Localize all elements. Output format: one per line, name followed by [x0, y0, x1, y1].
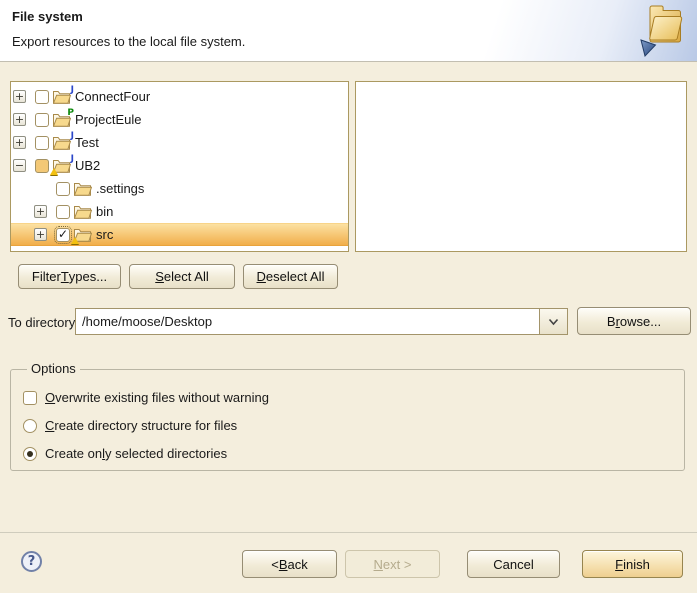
- tree-item-label: Test: [75, 135, 99, 150]
- tree-item-label: ProjectEule: [75, 112, 141, 127]
- checkbox-partial[interactable]: [35, 159, 49, 173]
- page-subtitle: Export resources to the local file syste…: [12, 34, 245, 49]
- java-project-open-folder-icon: J: [53, 90, 71, 104]
- next-button[interactable]: Next >: [345, 550, 440, 578]
- project-decorator: P: [67, 108, 74, 118]
- create-structure-option[interactable]: Create directory structure for files: [23, 418, 684, 433]
- select-all-button[interactable]: Select All: [129, 264, 235, 289]
- tree-item-label: UB2: [75, 158, 100, 173]
- combo-dropdown-button[interactable]: [539, 309, 567, 334]
- expand-plus-icon[interactable]: +: [13, 113, 26, 126]
- tree-item[interactable]: + P ProjectEule: [11, 108, 348, 131]
- checkbox-checked[interactable]: [56, 228, 70, 242]
- footer-divider: [0, 532, 697, 533]
- java-decorator: J: [71, 131, 74, 141]
- tree-item[interactable]: + J Test: [11, 131, 348, 154]
- checkbox[interactable]: [56, 182, 70, 196]
- chevron-down-icon: [548, 318, 559, 326]
- expand-plus-icon[interactable]: +: [34, 228, 47, 241]
- options-group-title: Options: [27, 361, 80, 376]
- create-selected-radio-selected[interactable]: [23, 447, 37, 461]
- tree-toolbar: Filter Types... Select All Deselect All: [18, 264, 338, 289]
- overwrite-label: Overwrite existing files without warning: [45, 390, 269, 405]
- checkbox[interactable]: [56, 205, 70, 219]
- expand-plus-icon[interactable]: +: [34, 205, 47, 218]
- tree-item[interactable]: + bin: [11, 200, 348, 223]
- to-directory-label: To directory:: [8, 315, 79, 330]
- create-selected-label: Create only selected directories: [45, 446, 227, 461]
- directory-input[interactable]: /home/moose/Desktop: [76, 309, 539, 334]
- create-selected-option[interactable]: Create only selected directories: [23, 446, 684, 461]
- checkbox[interactable]: [35, 90, 49, 104]
- options-group: Options Overwrite existing files without…: [10, 369, 685, 471]
- java-decorator: J: [71, 154, 74, 164]
- tree-item-label: src: [96, 227, 113, 242]
- expander-spacer: [34, 182, 47, 195]
- back-button[interactable]: < Back: [242, 550, 337, 578]
- java-project-open-folder-icon: J: [53, 159, 71, 173]
- checkbox[interactable]: [35, 113, 49, 127]
- tree-item[interactable]: − J UB2: [11, 154, 348, 177]
- create-structure-label: Create directory structure for files: [45, 418, 237, 433]
- file-list-panel[interactable]: [355, 81, 687, 252]
- export-folder-icon: [638, 3, 688, 59]
- overwrite-option[interactable]: Overwrite existing files without warning: [23, 390, 684, 405]
- overwrite-checkbox[interactable]: [23, 391, 37, 405]
- tree-item-label: bin: [96, 204, 113, 219]
- tree-item-selected[interactable]: + src: [11, 223, 348, 246]
- tree-item-label: ConnectFour: [75, 89, 150, 104]
- export-file-system-dialog: File system Export resources to the loca…: [0, 0, 697, 593]
- cancel-button[interactable]: Cancel: [467, 550, 560, 578]
- tree-item[interactable]: .settings: [11, 177, 348, 200]
- filter-types-button[interactable]: Filter Types...: [18, 264, 121, 289]
- dialog-header: File system Export resources to the loca…: [0, 0, 697, 62]
- warning-icon: [50, 168, 58, 175]
- finish-button[interactable]: Finish: [582, 550, 683, 578]
- java-decorator: J: [71, 85, 74, 95]
- tree-item[interactable]: + J ConnectFour: [11, 85, 348, 108]
- page-title: File system: [12, 9, 83, 24]
- help-button[interactable]: ?: [21, 551, 42, 572]
- resource-tree[interactable]: + J ConnectFour + P ProjectEule + J: [10, 81, 349, 252]
- java-project-open-folder-icon: J: [53, 136, 71, 150]
- browse-button[interactable]: Browse...: [577, 307, 691, 335]
- collapse-minus-icon[interactable]: −: [13, 159, 26, 172]
- question-mark-icon: ?: [28, 554, 36, 569]
- tree-item-label: .settings: [96, 181, 144, 196]
- directory-combo[interactable]: /home/moose/Desktop: [75, 308, 568, 335]
- open-folder-icon: [74, 182, 92, 196]
- deselect-all-button[interactable]: Deselect All: [243, 264, 338, 289]
- expand-plus-icon[interactable]: +: [13, 136, 26, 149]
- expand-plus-icon[interactable]: +: [13, 90, 26, 103]
- open-folder-icon: [74, 205, 92, 219]
- project-open-folder-icon: P: [53, 113, 71, 127]
- open-folder-icon: [74, 228, 92, 242]
- checkbox[interactable]: [35, 136, 49, 150]
- warning-icon: [71, 237, 79, 244]
- create-structure-radio[interactable]: [23, 419, 37, 433]
